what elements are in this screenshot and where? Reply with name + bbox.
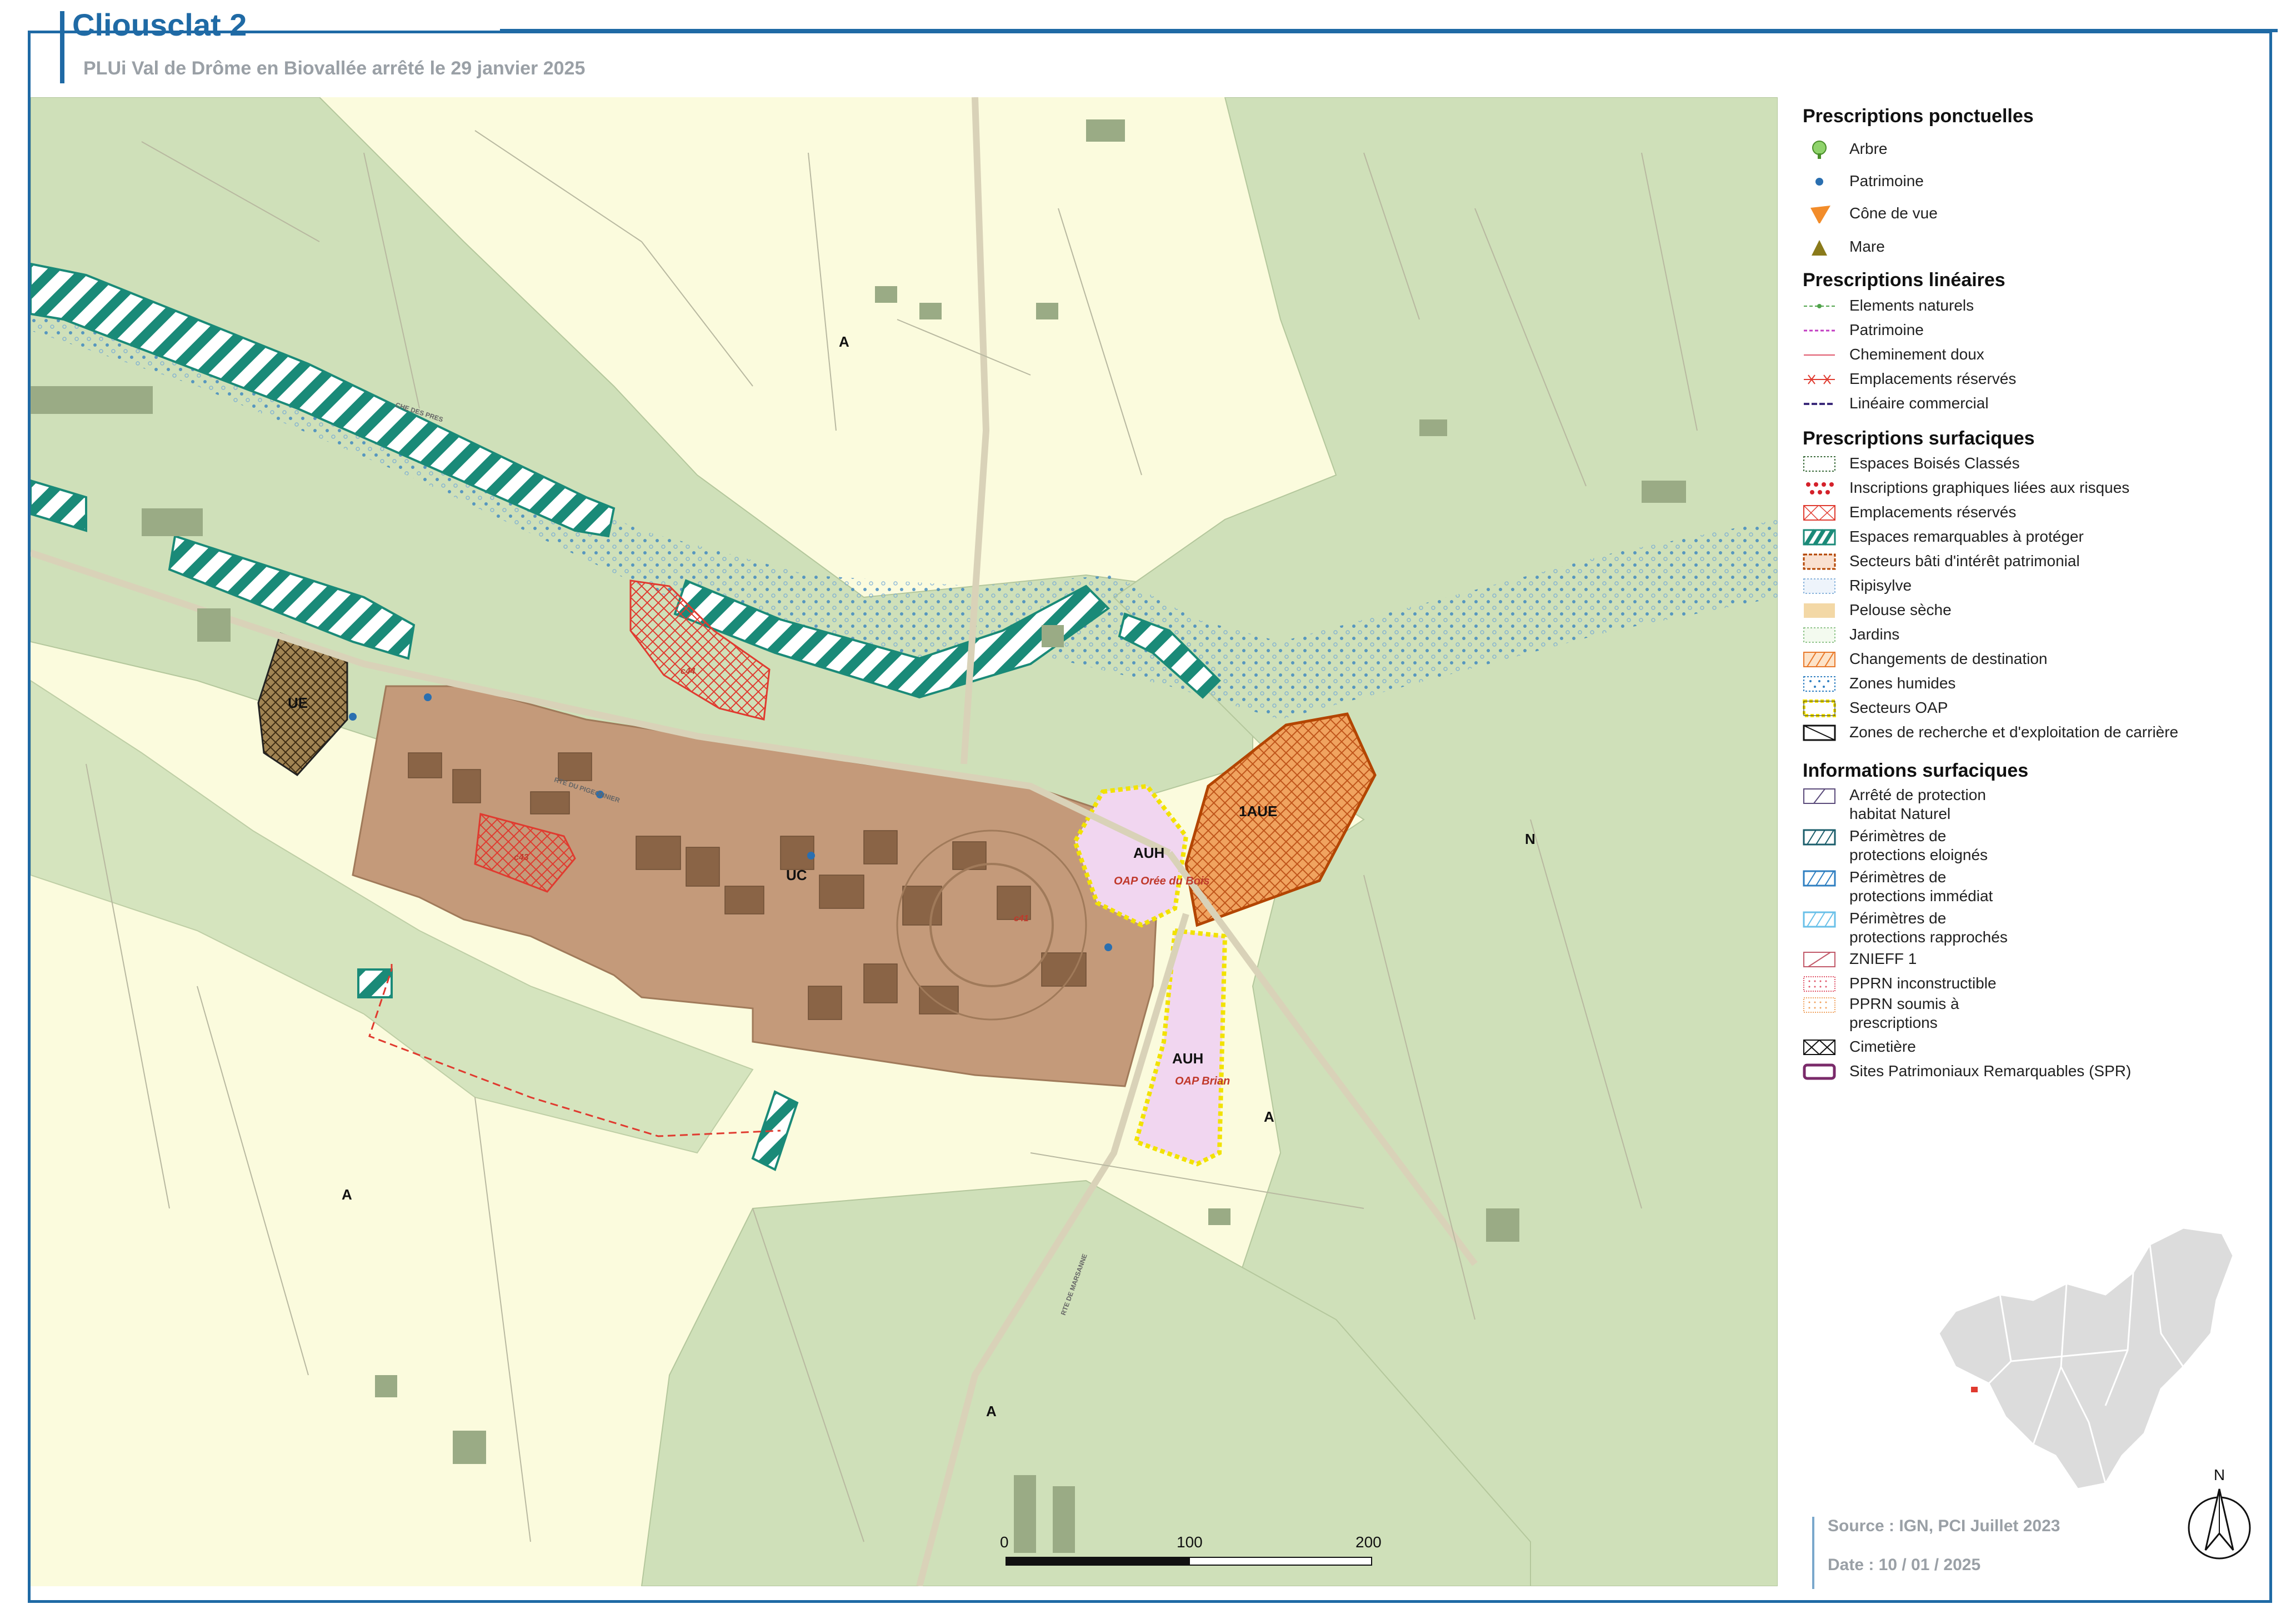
oap-label-brian: OAP Brian	[1175, 1075, 1230, 1087]
oap-swatch-icon	[1803, 699, 1836, 717]
quarry-swatch-icon	[1803, 724, 1836, 741]
commercial-line-icon	[1804, 403, 1835, 405]
view-cone-icon	[1810, 206, 1830, 223]
zone-label-a3: A	[1264, 1108, 1274, 1125]
pond-triangle-icon	[1812, 240, 1827, 256]
spr-swatch-icon	[1803, 1063, 1836, 1080]
heritage-line-icon	[1804, 329, 1835, 332]
change-swatch-icon	[1803, 652, 1835, 667]
remarkable-swatch-icon	[1803, 529, 1836, 546]
legend-heading-ponctuelles: Prescriptions ponctuelles	[1803, 106, 2034, 127]
er-label-c41: c41	[1014, 914, 1029, 923]
zone-label-ue: UE	[288, 694, 308, 711]
zone-label-1aue: 1AUE	[1239, 803, 1278, 820]
scale-label-0: 0	[1000, 1533, 1009, 1551]
dry-grass-swatch-icon	[1804, 603, 1835, 618]
cemetery-swatch-icon	[1803, 1040, 1835, 1055]
er-cross-line-icon	[1804, 374, 1835, 384]
znieff-swatch-icon	[1803, 952, 1835, 967]
date-text: Date : 10 / 01 / 2025	[1828, 1556, 1981, 1574]
north-label: N	[2214, 1467, 2225, 1483]
zone-label-n: N	[1525, 831, 1535, 847]
wetland-swatch-icon	[1803, 676, 1835, 692]
legend-heading-lineaires: Prescriptions linéaires	[1803, 269, 2005, 291]
pp-far-swatch-icon	[1803, 829, 1836, 846]
heritage-area-swatch-icon	[1803, 553, 1836, 570]
ebc-swatch-icon	[1803, 456, 1835, 472]
zone-label-a2: A	[342, 1186, 352, 1203]
scale-label-100: 100	[1177, 1533, 1203, 1551]
map-canvas[interactable]: A A A A N UE 1AUE UC AUH AUH OAP Orée du…	[31, 97, 1778, 1586]
zone-label-auh2: AUH	[1172, 1050, 1204, 1067]
zone-label-uc: UC	[786, 867, 807, 883]
footer-separator	[1812, 1517, 1814, 1589]
legend-heading-informations: Informations surfaciques	[1803, 760, 2029, 781]
zone-label-auh1: AUH	[1133, 845, 1165, 861]
scale-segment-white	[1189, 1557, 1372, 1566]
er-area-swatch-icon	[1803, 505, 1835, 521]
oap-label-oree: OAP Orée du Bois	[1114, 875, 1210, 887]
zone-label-a1: A	[839, 333, 849, 350]
source-text: Source : IGN, PCI Juillet 2023	[1828, 1517, 2060, 1535]
pprn-orange-swatch-icon	[1803, 997, 1835, 1013]
er-label-c43: c43	[514, 853, 529, 862]
ripisylve-swatch-icon	[1803, 578, 1835, 594]
legend-heading-surfaciques: Prescriptions surfaciques	[1803, 428, 2035, 449]
north-arrow-icon: N	[2188, 1467, 2251, 1560]
scale-segment-black	[1006, 1557, 1189, 1566]
locator-marker	[1971, 1387, 1978, 1392]
garden-swatch-icon	[1803, 627, 1835, 643]
pp-immediate-swatch-icon	[1803, 870, 1836, 887]
tree-icon	[1812, 141, 1827, 159]
scale-bar: 0 100 200 m	[1000, 1533, 1389, 1578]
pprn-red-swatch-icon	[1803, 976, 1835, 992]
aphn-swatch-icon	[1803, 788, 1835, 804]
natural-line-icon	[1804, 304, 1835, 308]
legend: Prescriptions ponctuelles Arbre Patrimoi…	[1803, 106, 2264, 1106]
risk-dots-swatch-icon	[1806, 482, 1834, 494]
zone-label-a4: A	[986, 1403, 997, 1420]
er-label-c44: c44	[681, 667, 696, 676]
path-line-icon	[1804, 354, 1835, 356]
pp-close-swatch-icon	[1803, 911, 1836, 928]
patrimoine-dot-icon	[1815, 178, 1823, 186]
